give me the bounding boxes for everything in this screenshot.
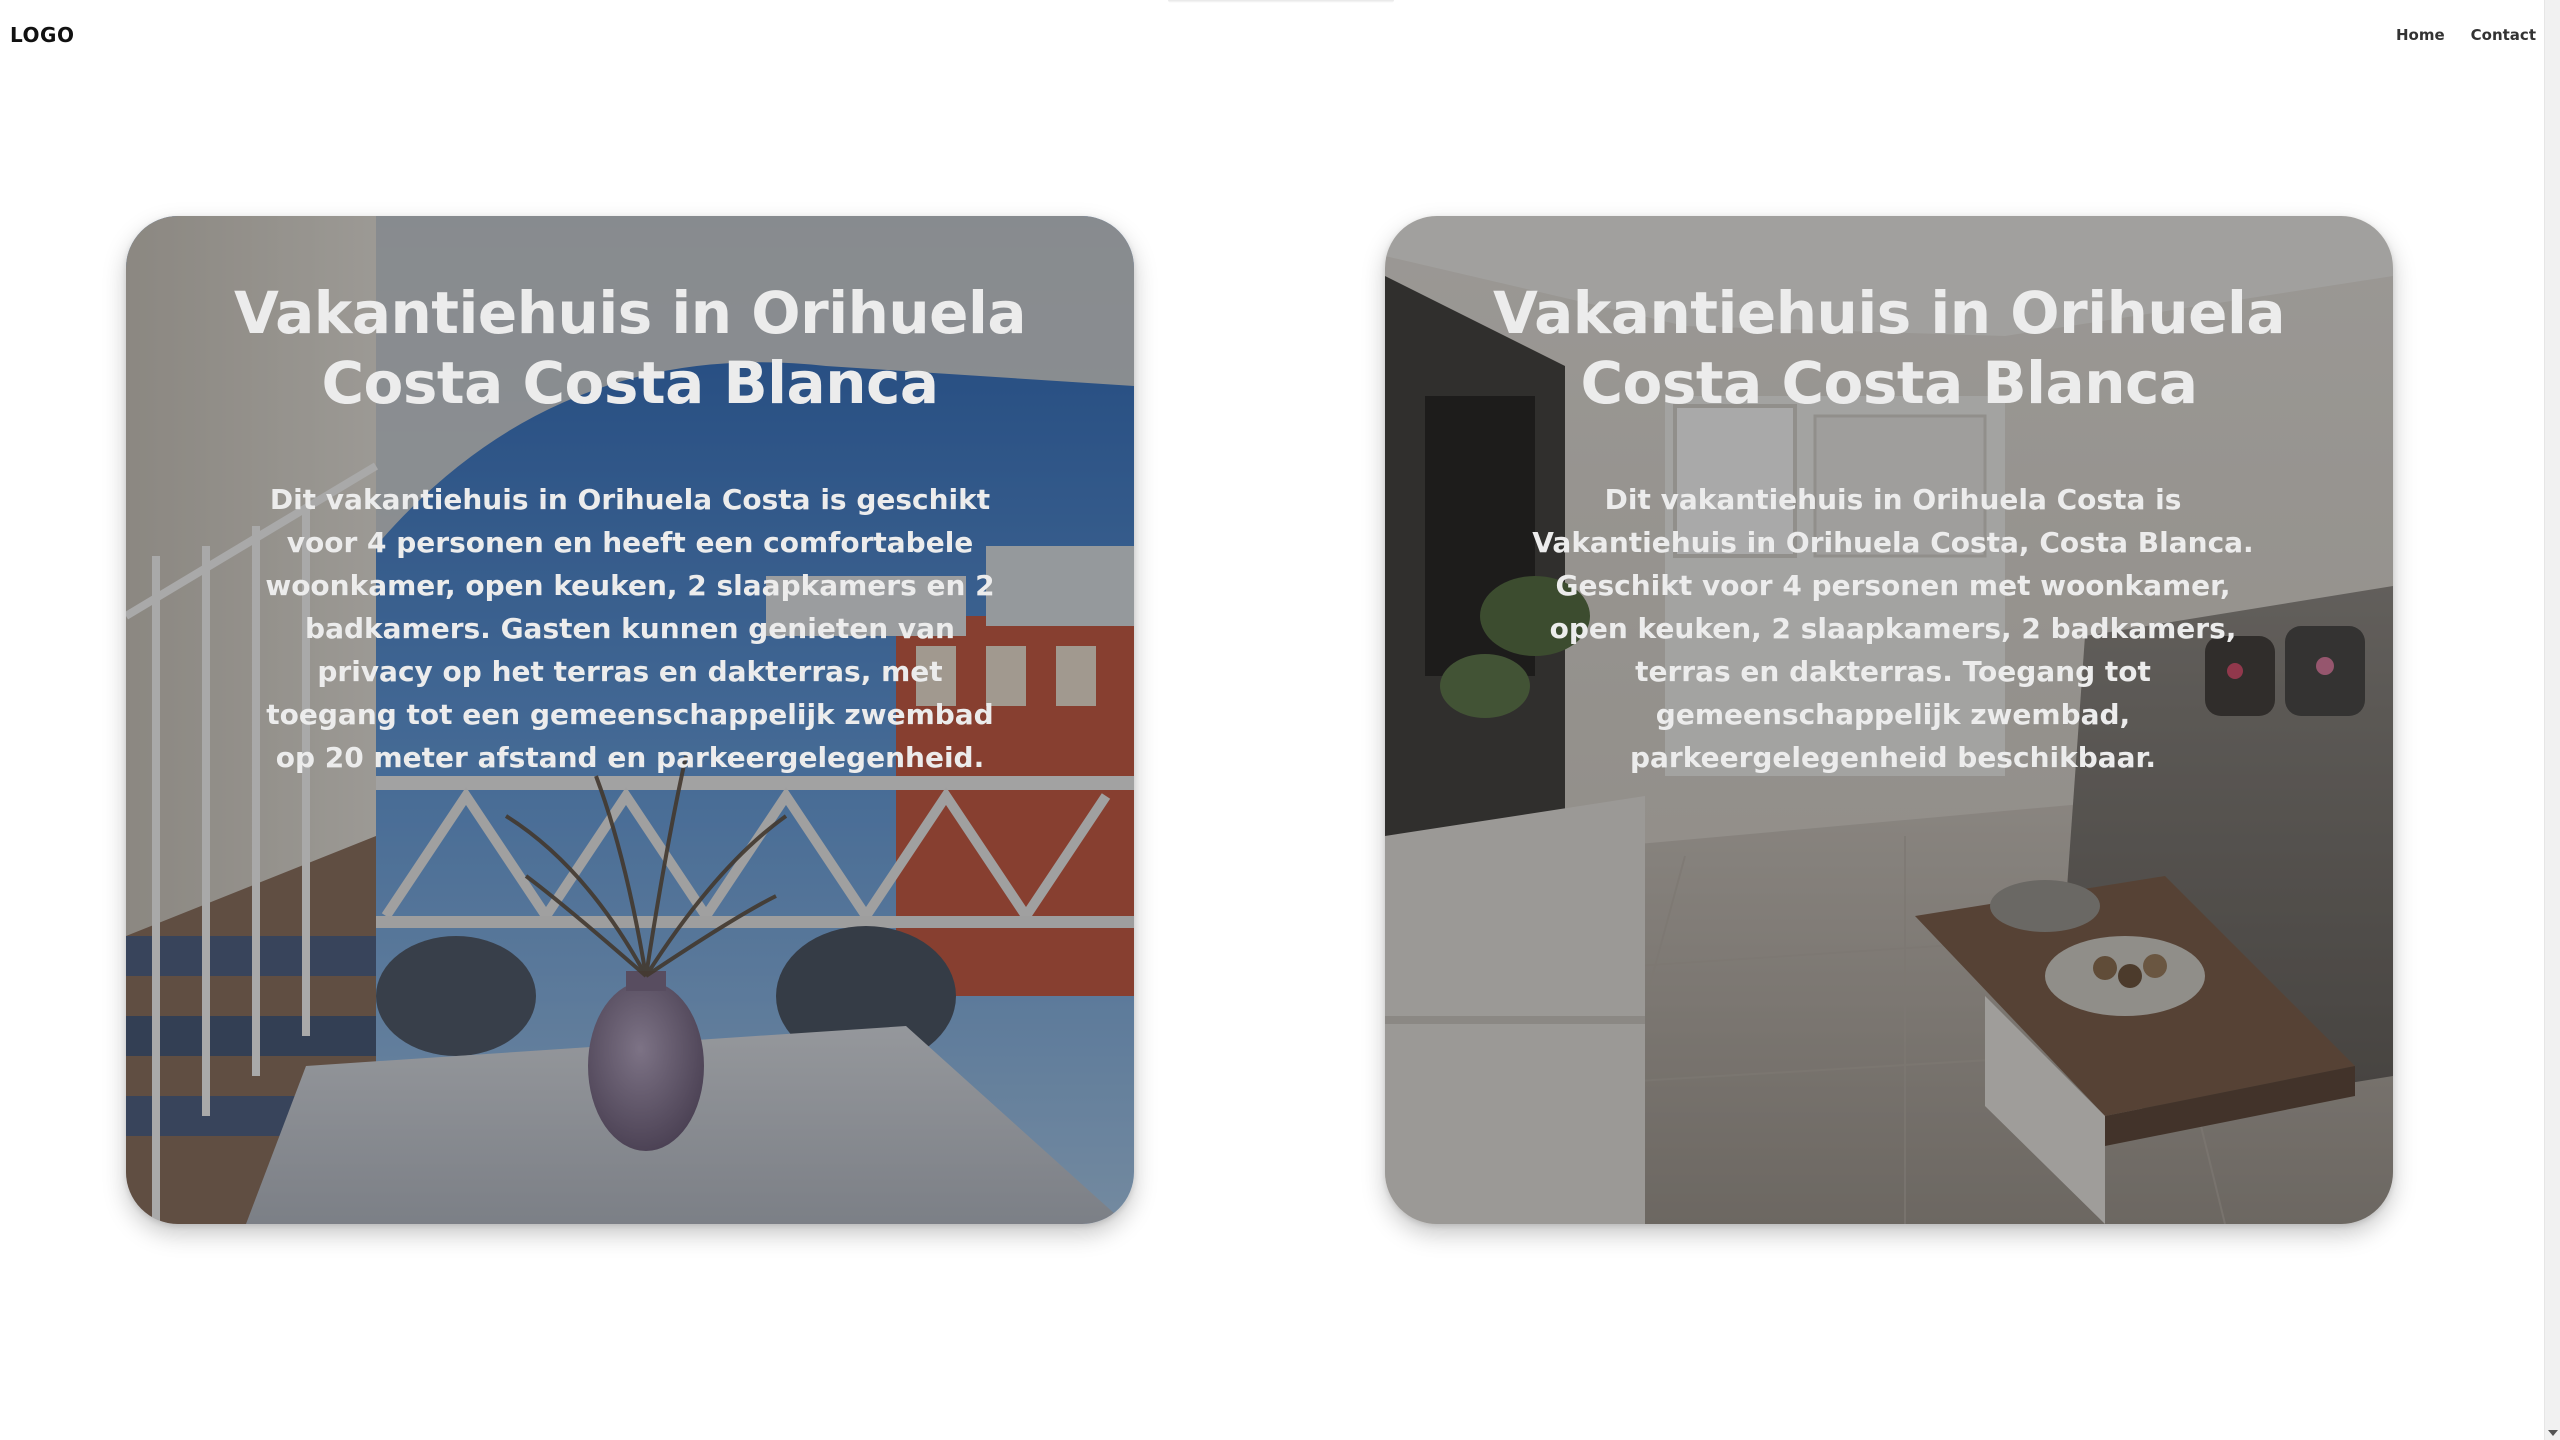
main-nav: Home Contact: [2396, 26, 2536, 44]
vertical-scrollbar[interactable]: [2544, 0, 2560, 1440]
card-title: Vakantiehuis in Orihuela Costa Costa Bla…: [1492, 279, 2286, 417]
card-content: Vakantiehuis in Orihuela Costa Costa Bla…: [1385, 216, 2393, 1224]
nav-contact-link[interactable]: Contact: [2471, 26, 2536, 44]
card-description: Dit vakantiehuis in Orihuela Costa is ge…: [265, 483, 995, 774]
logo[interactable]: LOGO: [10, 23, 74, 47]
card-description: Dit vakantiehuis in Orihuela Costa is Va…: [1532, 483, 2254, 774]
site-header: LOGO Home Contact: [0, 0, 2544, 72]
card-content: Vakantiehuis in Orihuela Costa Costa Bla…: [126, 216, 1134, 1224]
card-living-room: Vakantiehuis in Orihuela Costa Costa Bla…: [1385, 216, 2393, 1224]
page: LOGO Home Contact Vakantiehuis in Orihue…: [0, 0, 2560, 1440]
card-terrace: Vakantiehuis in Orihuela Costa Costa Bla…: [126, 216, 1134, 1224]
scroll-down-arrow-icon[interactable]: [2548, 1430, 2558, 1436]
card-title: Vakantiehuis in Orihuela Costa Costa Bla…: [233, 279, 1027, 417]
nav-home-link[interactable]: Home: [2396, 26, 2445, 44]
